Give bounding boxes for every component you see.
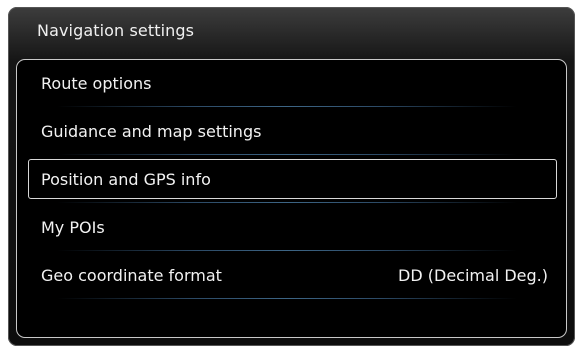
menu-item-guidance-and-map-settings[interactable]: Guidance and map settings (28, 111, 557, 151)
separator (57, 154, 517, 155)
separator (57, 250, 517, 251)
menu-item-label: Guidance and map settings (41, 122, 262, 141)
menu-item-geo-coordinate-format[interactable]: Geo coordinate format DD (Decimal Deg.) (28, 255, 557, 295)
navigation-settings-screen: Navigation settings Route options Guidan… (8, 7, 575, 346)
page-title: Navigation settings (37, 21, 195, 40)
menu-item-route-options[interactable]: Route options (28, 63, 557, 103)
menu-item-my-pois[interactable]: My POIs (28, 207, 557, 247)
menu-item-label: Position and GPS info (41, 170, 211, 189)
menu-item-label: Geo coordinate format (41, 266, 222, 285)
settings-menu-panel: Route options Guidance and map settings … (16, 59, 567, 338)
menu-item-label: My POIs (41, 218, 105, 237)
geo-coordinate-format-value: DD (Decimal Deg.) (398, 266, 548, 285)
separator (57, 298, 517, 299)
separator (57, 106, 517, 107)
separator (57, 202, 517, 203)
menu-item-position-and-gps-info[interactable]: Position and GPS info (28, 159, 557, 199)
menu-item-label: Route options (41, 74, 152, 93)
